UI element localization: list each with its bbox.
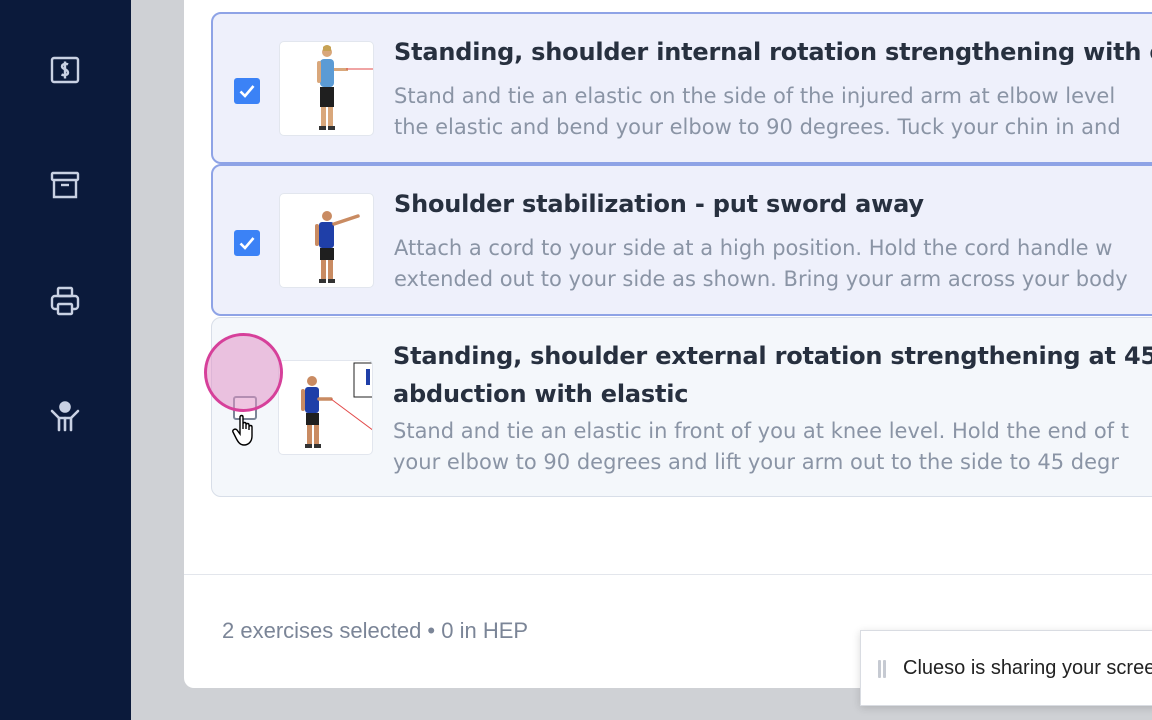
sidebar [0, 0, 131, 720]
exercise-thumbnail [279, 41, 374, 136]
dollar-icon [50, 56, 80, 84]
exercise-illustration [317, 45, 373, 130]
exercise-description: the elastic and bend your elbow to 90 de… [394, 115, 1121, 139]
archive-nav-item[interactable] [47, 167, 83, 203]
exercise-checkbox[interactable] [234, 78, 260, 104]
billing-nav-item[interactable] [47, 52, 83, 88]
screen-share-banner[interactable]: Clueso is sharing your scree [860, 630, 1152, 706]
exercise-title: abduction with elastic [393, 380, 689, 408]
exercise-illustration [315, 211, 360, 283]
exercise-title: Standing, shoulder external rotation str… [393, 342, 1152, 370]
checkmark-icon [239, 85, 255, 98]
drag-handle-icon[interactable] [878, 660, 886, 678]
exercise-description: your elbow to 90 degrees and lift your a… [393, 450, 1120, 474]
exercise-thumbnail [278, 360, 373, 455]
checkmark-icon [239, 237, 255, 250]
exercise-description: Stand and tie an elastic on the side of … [394, 84, 1116, 108]
exercise-description: Attach a cord to your side at a high pos… [394, 236, 1113, 260]
screen-share-text: Clueso is sharing your scree [903, 657, 1152, 679]
print-nav-item[interactable] [47, 283, 83, 319]
archive-icon [50, 171, 80, 199]
exercise-card[interactable]: Standing, shoulder external rotation str… [211, 317, 1152, 497]
exercise-checkbox[interactable] [234, 230, 260, 256]
exercise-checkbox[interactable] [233, 396, 257, 420]
person-exercise-icon [50, 401, 80, 432]
exercise-description: Stand and tie an elastic in front of you… [393, 419, 1129, 443]
printer-icon [50, 286, 80, 316]
exercise-illustration [301, 362, 372, 448]
exercise-thumbnail [279, 193, 374, 288]
exercise-description: extended out to your side as shown. Brin… [394, 267, 1128, 291]
exercise-card[interactable]: Standing, shoulder internal rotation str… [211, 12, 1152, 164]
footer-divider [184, 574, 1152, 575]
exercises-nav-item[interactable] [47, 398, 83, 434]
exercise-title: Shoulder stabilization - put sword away [394, 190, 924, 218]
exercise-title: Standing, shoulder internal rotation str… [394, 38, 1152, 66]
exercise-card[interactable]: Shoulder stabilization - put sword away … [211, 164, 1152, 316]
selection-summary: 2 exercises selected • 0 in HEP [222, 618, 529, 643]
